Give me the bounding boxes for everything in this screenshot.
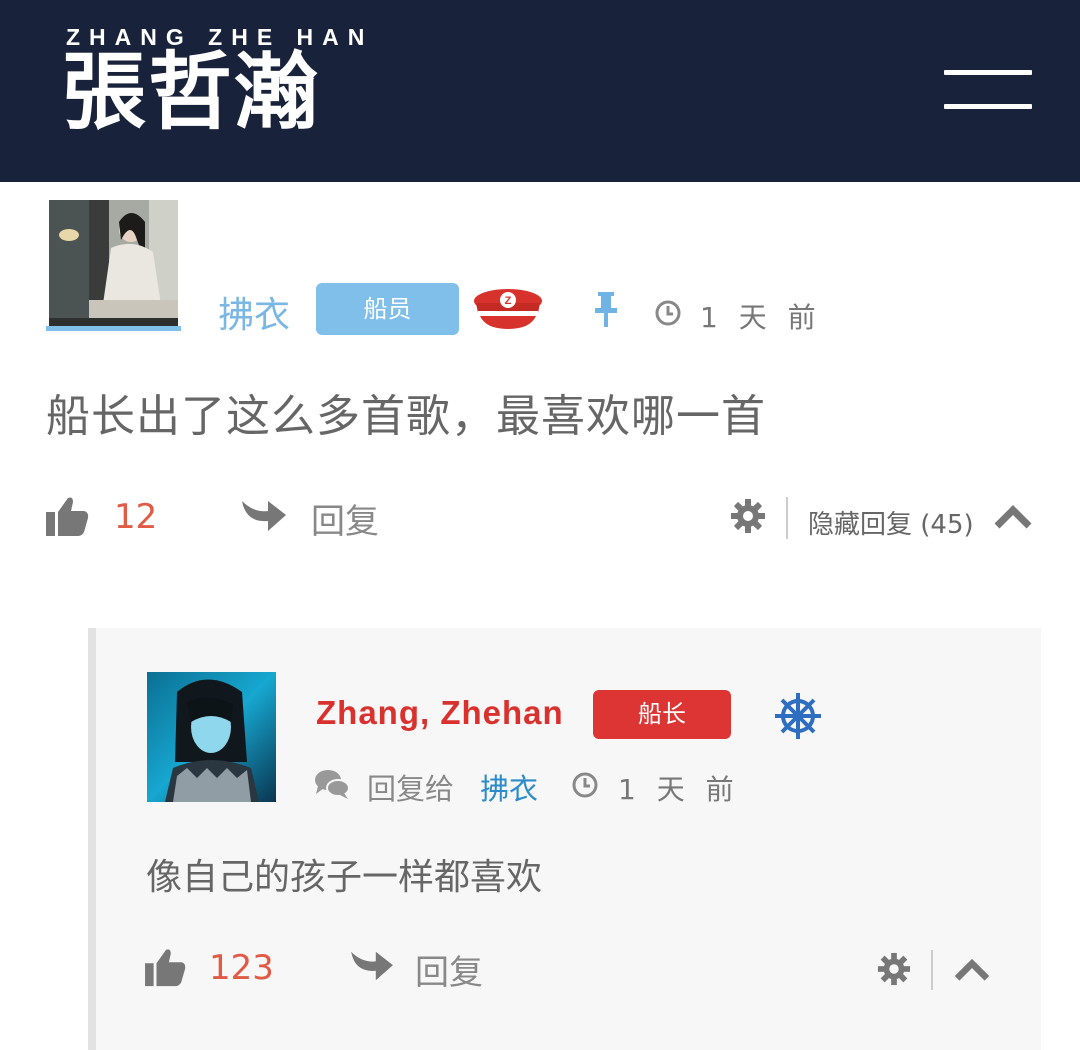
reply-content: 像自己的孩子一样都喜欢 [146,857,543,898]
site-header: ZHANG ZHE HAN 張哲瀚 [0,0,1080,182]
svg-text:Z: Z [505,295,512,307]
comments-icon [314,768,350,804]
post-content: 船长出了这么多首歌，最喜欢哪一首 [46,391,766,442]
clock-icon [572,772,598,802]
ship-wheel-icon [772,690,824,746]
gear-icon[interactable] [877,952,911,990]
reply-to-label: 回复给 [367,772,455,806]
avatar-underline [46,326,181,331]
member-badge: 船员 [316,283,459,335]
reply-time: 1 天 前 [618,773,740,806]
clock-icon [655,300,681,330]
reply-like-count: 123 [209,948,274,988]
hide-replies-toggle[interactable]: 隐藏回复 (45) [808,504,974,541]
post-author-name[interactable]: 拂衣 [218,286,290,338]
logo-cjk-text[interactable]: 張哲瀚 [62,50,320,134]
reply-author-name[interactable]: Zhang, Zhehan [316,694,564,732]
hamburger-menu-icon[interactable] [944,70,1032,112]
divider [931,950,933,990]
captain-hat-icon: Z [472,287,544,337]
reply-arrow-icon[interactable] [240,497,288,541]
avatar[interactable] [49,200,178,326]
reply-button[interactable]: 回复 [415,945,483,994]
like-icon[interactable] [46,496,90,542]
like-icon[interactable] [145,948,187,992]
reply-avatar[interactable] [147,672,276,802]
divider [786,497,788,539]
gear-icon[interactable] [730,498,766,538]
captain-badge: 船长 [593,690,731,739]
reply-button[interactable]: 回复 [311,494,379,543]
post-time: 1 天 前 [700,301,822,334]
chevron-up-icon[interactable] [953,956,991,986]
chevron-up-icon[interactable] [993,502,1033,534]
like-count: 12 [114,497,158,537]
reply-arrow-icon[interactable] [349,948,395,990]
pin-icon [593,292,619,332]
reply-to-link[interactable]: 拂衣 [480,766,538,808]
